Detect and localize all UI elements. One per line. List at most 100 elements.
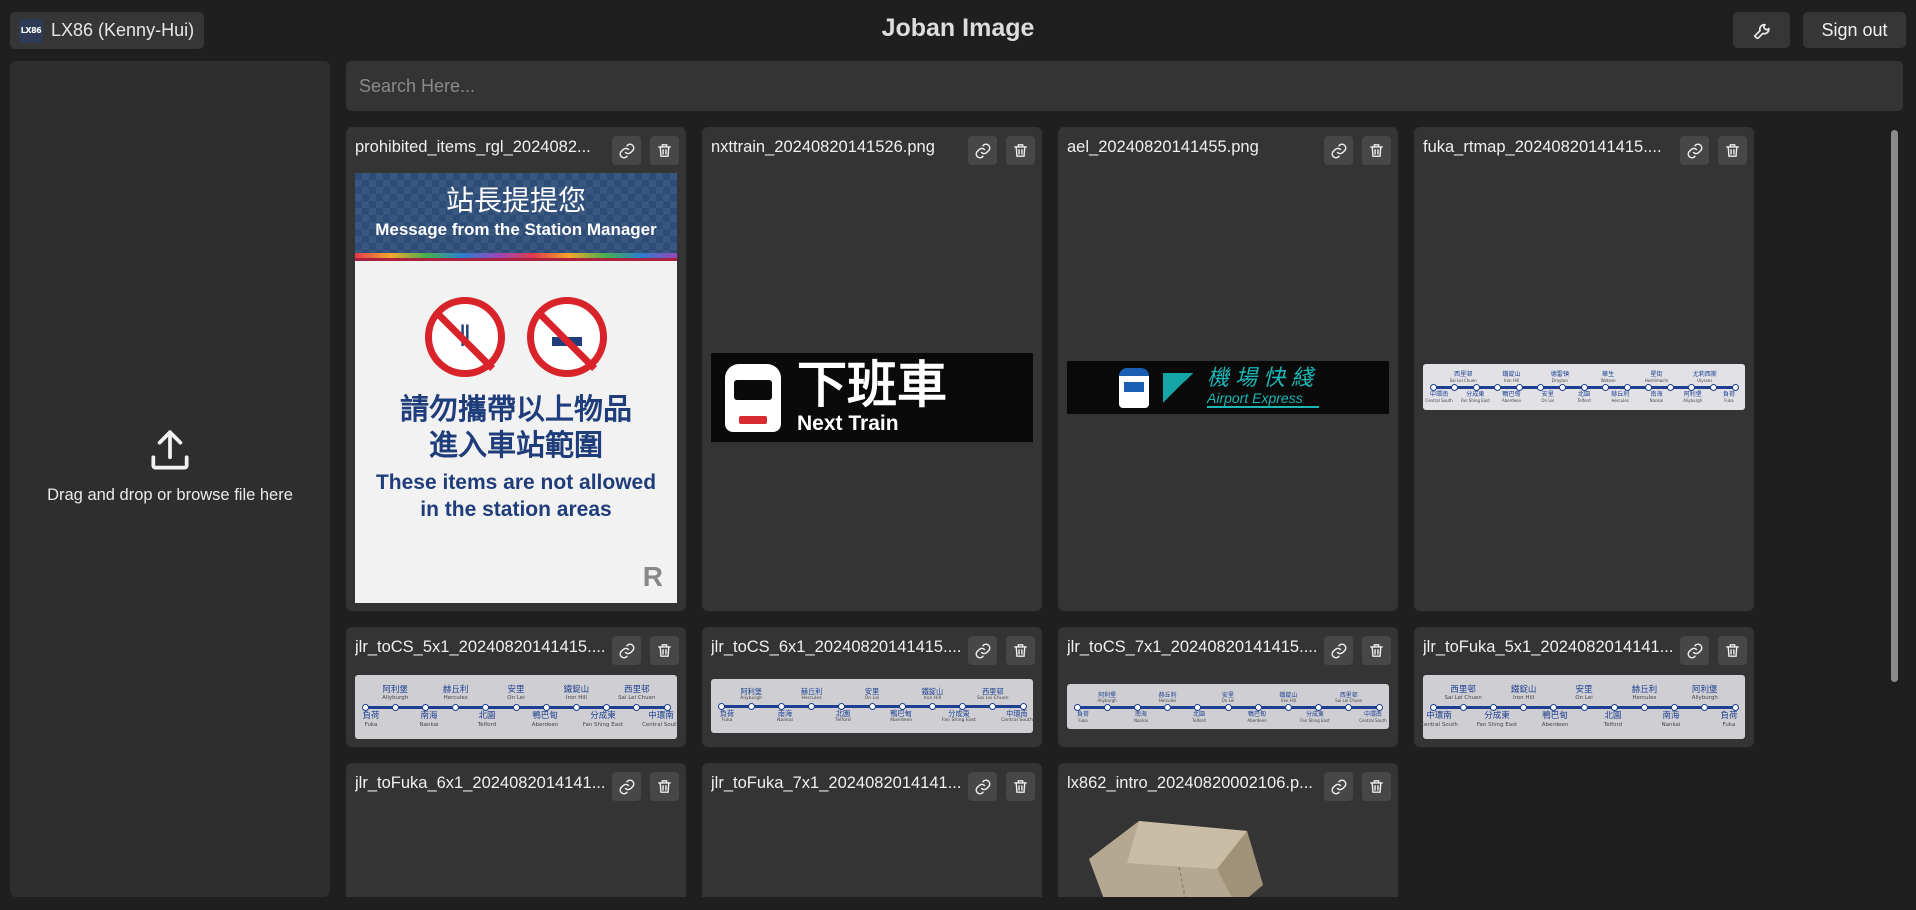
trash-icon	[1370, 780, 1383, 793]
image-card[interactable]: ael_20240820141455.png 機場快綫 Airport Expr…	[1058, 127, 1398, 611]
link-icon	[619, 643, 634, 658]
station-dot	[391, 703, 399, 711]
copy-link-button[interactable]	[612, 636, 641, 665]
image-card[interactable]: nxttrain_20240820141526.png 下班車 Next Tra…	[702, 127, 1042, 611]
poster-title-en: Message from the Station Manager	[375, 220, 657, 239]
image-thumbnail: 中環南 Central South 分成東 Fan Shing East 鴨巴甸 Aber…	[1423, 364, 1745, 410]
search-input[interactable]	[346, 61, 1903, 111]
trash-icon	[1014, 144, 1027, 157]
delete-button[interactable]	[1006, 772, 1035, 801]
image-card[interactable]: fuka_rtmap_20240820141415.... 中環南 Central…	[1414, 127, 1754, 611]
station-dot	[1133, 703, 1141, 711]
copy-link-button[interactable]	[1680, 136, 1709, 165]
page-title: Joban Image	[881, 14, 1035, 42]
station-label: 阿利堡 Aliyburgh	[740, 686, 763, 701]
station-label: 北園 Telford	[1192, 710, 1206, 723]
copy-link-button[interactable]	[612, 136, 641, 165]
poster-logo: R	[642, 561, 663, 592]
station-label: 鴨巴甸 Aberdeen	[889, 709, 913, 724]
card-filename: prohibited_items_rgl_2024082...	[355, 137, 591, 156]
upload-dropzone[interactable]: Drag and drop or browse file here	[10, 61, 330, 897]
image-thumbnail: 中環南 Central South 分成東 Fan Shing East 鴨巴甸 Aber…	[1420, 675, 1745, 739]
image-card[interactable]: jlr_toCS_5x1_20240820141415.... 負荷 Fuka 南海…	[346, 627, 686, 747]
station-label: 阿利堡 Aliyburgh	[1097, 691, 1117, 704]
station-dot	[1550, 703, 1558, 711]
upload-instructions: Drag and drop or browse file here	[47, 485, 293, 504]
station-dot	[1709, 383, 1717, 391]
trash-icon	[1370, 144, 1383, 157]
station-dot	[452, 703, 460, 711]
station-label: 中環南 Central South	[1425, 390, 1453, 403]
image-grid: prohibited_items_rgl_2024082... 站長提提您 Me…	[346, 127, 1886, 897]
image-card[interactable]: jlr_toFuka_7x1_2024082014141...	[702, 763, 1042, 897]
copy-link-button[interactable]	[1324, 136, 1353, 165]
station-label: 分成東 Fan Shing East	[1460, 390, 1490, 403]
station-dot	[1429, 383, 1437, 391]
delete-button[interactable]	[1362, 136, 1391, 165]
copy-link-button[interactable]	[612, 772, 641, 801]
station-label: 鐵錠山 Iron Hill	[1279, 691, 1298, 704]
link-icon	[1687, 643, 1702, 658]
delete-button[interactable]	[1006, 136, 1035, 165]
delete-button[interactable]	[1362, 636, 1391, 665]
station-dot	[572, 703, 580, 711]
station-dot	[989, 702, 997, 710]
card-filename: ael_20240820141455.png	[1067, 137, 1259, 156]
wrench-icon	[1753, 23, 1770, 39]
trash-icon	[658, 644, 671, 657]
card-filename: fuka_rtmap_20240820141415....	[1423, 137, 1662, 156]
copy-link-button[interactable]	[1324, 636, 1353, 665]
trash-icon	[1370, 644, 1383, 657]
trash-icon	[1014, 780, 1027, 793]
airport-express-en: Airport Express	[1207, 390, 1320, 408]
station-label: 阿利堡 Aliyburgh	[1691, 684, 1718, 701]
station-label: 北園 Telford	[1577, 390, 1591, 403]
card-filename: lx862_intro_20240820002106.p...	[1067, 773, 1313, 792]
delete-button[interactable]	[1718, 636, 1747, 665]
copy-link-button[interactable]	[968, 136, 997, 165]
station-dot	[663, 703, 671, 711]
station-label: 負荷 Fuka	[1077, 710, 1090, 723]
image-thumbnail: 負荷 Fuka 南海 Nankai 北園 Telford 鴨巴甸 Aberdeen 分成東 Fan…	[355, 675, 680, 739]
station-label: 西里邨 Sai Lei Chuen	[1449, 371, 1477, 384]
scrollbar-thumb[interactable]	[1891, 130, 1898, 682]
delete-button[interactable]	[650, 136, 679, 165]
delete-button[interactable]	[650, 772, 679, 801]
image-card[interactable]: lx862_intro_20240820002106.p...	[1058, 763, 1398, 897]
station-dot	[1731, 383, 1739, 391]
station-label: 負荷 Fuka	[362, 711, 380, 728]
station-label: 赫丘利 Hercules	[442, 684, 469, 701]
delete-button[interactable]	[1362, 772, 1391, 801]
image-card[interactable]: prohibited_items_rgl_2024082... 站長提提您 Me…	[346, 127, 686, 611]
station-label: 南海 Nankai	[1649, 390, 1664, 403]
station-label: 安里 On Lei	[507, 684, 525, 701]
station-dot	[1666, 383, 1674, 391]
image-card[interactable]: jlr_toFuka_6x1_2024082014141...	[346, 763, 686, 897]
sign-out-button[interactable]: Sign out	[1803, 12, 1906, 48]
user-menu-button[interactable]: LX86 LX86 (Kenny-Hui)	[10, 12, 205, 49]
delete-button[interactable]	[1718, 136, 1747, 165]
station-label: 德雷頓 Drayton	[1550, 371, 1569, 384]
station-label: 鐵錠山 Iron Hill	[1502, 371, 1521, 384]
station-label: 負荷 Fuka	[1720, 711, 1738, 728]
copy-link-button[interactable]	[968, 636, 997, 665]
copy-link-button[interactable]	[1680, 636, 1709, 665]
station-label: 安里 On Lei	[1221, 691, 1235, 704]
delete-button[interactable]	[650, 636, 679, 665]
settings-button[interactable]	[1733, 12, 1790, 48]
no-sharp-objects-icon: ‖	[425, 297, 505, 377]
image-card[interactable]: jlr_toCS_6x1_20240820141415.... 負荷 Fuka 南海…	[702, 627, 1042, 747]
scrollbar[interactable]	[1888, 127, 1900, 897]
station-label: 赫丘利 Hercules	[1158, 691, 1177, 704]
copy-link-button[interactable]	[1324, 772, 1353, 801]
station-dot	[542, 703, 550, 711]
station-dot	[1645, 383, 1653, 391]
image-card[interactable]: jlr_toCS_7x1_20240820141415.... 負荷 Fuka 南海…	[1058, 627, 1398, 747]
delete-button[interactable]	[1006, 636, 1035, 665]
station-label: 赫丘利 Hercules	[1611, 390, 1630, 403]
copy-link-button[interactable]	[968, 772, 997, 801]
airport-express-zh: 機場快綫	[1207, 365, 1320, 391]
station-label: 南海 Nankai	[1661, 711, 1681, 728]
image-card[interactable]: jlr_toFuka_5x1_2024082014141... 中環南 Centr…	[1414, 627, 1754, 747]
trash-icon	[1014, 644, 1027, 657]
